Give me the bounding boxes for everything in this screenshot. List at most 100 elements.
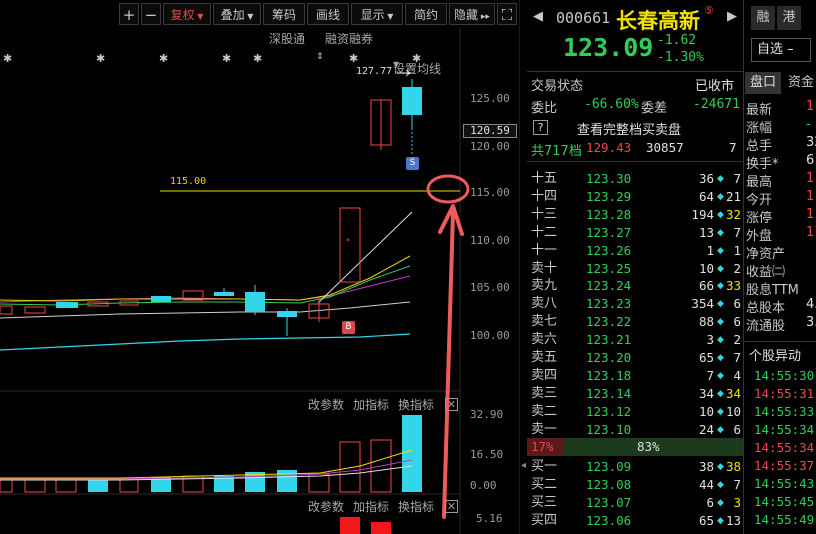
y-axis-label: 120.00 <box>470 140 510 153</box>
level-volume: 6 <box>706 494 714 510</box>
level-price: 123.27 <box>586 224 632 240</box>
tab-capital[interactable]: 资金 <box>783 72 816 94</box>
add-indicator-button[interactable]: 加指标 <box>353 396 389 413</box>
buy-level-row[interactable]: 买三 123.07 6 3 ◆ <box>527 494 743 512</box>
volume-bar <box>88 480 108 492</box>
close-icon[interactable]: ✕ <box>445 398 458 411</box>
stat-label: 涨幅 <box>746 121 773 136</box>
kline-chart[interactable]: * <box>0 0 520 534</box>
diamond-icon: ◆ <box>717 209 724 220</box>
sell-level-row[interactable]: 十二 123.27 13 7 ◆ <box>527 224 743 242</box>
level-price: 123.26 <box>586 242 632 258</box>
abnormal-time[interactable]: 14:55:30 <box>754 368 814 383</box>
diamond-icon: ◆ <box>717 515 724 526</box>
add-indicator-button[interactable]: 加指标 <box>353 498 389 515</box>
close-icon[interactable]: ✕ <box>445 500 458 513</box>
level-volume: 38 <box>698 459 714 474</box>
help-icon[interactable]: ? <box>533 120 548 135</box>
stat-label: 今开 <box>746 193 773 208</box>
sell-level-row[interactable]: 卖五 123.20 65 7 ◆ <box>527 349 743 367</box>
tab-orderbook[interactable]: 盘口 <box>745 72 781 94</box>
abnormal-time[interactable]: 14:55:31 <box>754 386 814 401</box>
level-price: 123.07 <box>586 494 632 510</box>
switch-indicator-button[interactable]: 换指标 <box>398 498 434 515</box>
macd-axis-label: 5.16 <box>476 512 503 525</box>
buy-level-row[interactable]: 买二 123.08 44 7 ◆ <box>527 476 743 494</box>
sell-level-row[interactable]: 卖三 123.14 34 34 ◆ <box>527 385 743 403</box>
sell-level-row[interactable]: 卖二 123.12 10 10 ◆ <box>527 403 743 421</box>
stat-value: 17 <box>806 225 816 240</box>
volume-bar <box>402 415 422 492</box>
level-label: 买三 <box>531 494 558 510</box>
margin-tag[interactable]: 融 <box>751 6 775 30</box>
level-label: 卖六 <box>531 332 558 348</box>
diamond-icon: ◆ <box>717 424 724 435</box>
edit-params-button[interactable]: 改参数 <box>308 396 344 413</box>
sell-level-row[interactable]: 卖九 123.24 66 33 ◆ <box>527 277 743 295</box>
abnormal-time[interactable]: 14:55:33 <box>754 404 814 419</box>
svg-text:*: * <box>346 237 350 246</box>
stat-value: 1 <box>806 207 815 222</box>
diamond-icon: ◆ <box>717 245 724 256</box>
total-price: 129.43 <box>586 140 632 155</box>
level-label: 卖九 <box>531 278 558 294</box>
level-price: 123.30 <box>586 171 632 186</box>
buy-sell-ratio-bar: 17% 83% <box>527 438 743 456</box>
level-count: 1 <box>733 242 741 258</box>
sell-level-row[interactable]: 十三 123.28 194 32 ◆ <box>527 206 743 224</box>
abnormal-time[interactable]: 14:55:34 <box>754 440 814 455</box>
edit-params-button[interactable]: 改参数 <box>308 498 344 515</box>
candle-down <box>402 87 422 115</box>
sell-level-row[interactable]: 十一 123.26 1 1 ◆ <box>527 242 743 260</box>
diamond-icon: ◆ <box>717 299 724 310</box>
sell-level-row[interactable]: 卖四 123.18 7 4 ◆ <box>527 367 743 385</box>
stat-value: 1 <box>806 99 815 114</box>
level-volume: 65 <box>698 350 714 365</box>
buy-level-row[interactable]: 买四 123.06 65 13 ◆ <box>527 512 743 530</box>
candle-down <box>151 296 171 302</box>
view-full-orderbook-link[interactable]: 查看完整档买卖盘 <box>577 119 681 138</box>
level-volume: 65 <box>698 512 714 528</box>
sell-level-row[interactable]: 卖八 123.23 354 6 ◆ <box>527 295 743 313</box>
level-price: 123.10 <box>586 421 632 437</box>
level-volume: 66 <box>698 278 714 294</box>
switch-indicator-button[interactable]: 换指标 <box>398 396 434 413</box>
level-count: 33 <box>725 278 741 294</box>
prev-stock-icon[interactable]: ◀ <box>533 9 543 24</box>
watchlist-button[interactable]: 自选 – <box>751 38 811 62</box>
buy-level-row[interactable]: 买一 123.09 38 38 ◆ <box>527 458 743 476</box>
line-price-label: 115.00 <box>170 176 207 187</box>
current-price-box: 120.59 <box>463 124 517 138</box>
sell-level-row[interactable]: 卖七 123.22 88 6 ◆ <box>527 313 743 331</box>
stat-label: 最新 <box>746 103 773 118</box>
y-axis-label: 110.00 <box>470 234 510 247</box>
stat-value: 1 <box>806 171 815 186</box>
sell-level-row[interactable]: 卖十 123.25 10 2 ◆ <box>527 260 743 278</box>
sell-level-row[interactable]: 十五 123.30 36 7 ◆ <box>527 170 743 188</box>
diamond-icon: ◆ <box>717 317 724 328</box>
sell-ratio: 83% <box>637 439 660 454</box>
collapse-handle-icon[interactable]: ◂ <box>521 460 526 471</box>
abnormal-time[interactable]: 14:55:37 <box>754 458 814 473</box>
level-count: 2 <box>733 332 741 348</box>
total-volume: 30857 <box>646 140 684 155</box>
sell-level-row[interactable]: 卖一 123.10 24 6 ◆ <box>527 421 743 439</box>
abnormal-time[interactable]: 14:55:43 <box>754 476 814 491</box>
level-price: 123.29 <box>586 188 632 204</box>
level-count: 13 <box>725 512 741 528</box>
buy-signal-badge[interactable]: B <box>342 321 355 334</box>
next-stock-icon[interactable]: ▶ <box>727 9 737 24</box>
sell-signal-badge[interactable]: S <box>406 157 419 170</box>
candle-up <box>24 306 46 314</box>
abnormal-time[interactable]: 14:55:45 <box>754 494 814 509</box>
hk-tag[interactable]: 港 <box>777 6 801 30</box>
abnormal-title[interactable]: 个股异动 <box>749 345 801 364</box>
level-label: 十三 <box>531 206 558 222</box>
level-volume: 24 <box>698 421 714 437</box>
y-axis-label: 105.00 <box>470 281 510 294</box>
abnormal-time[interactable]: 14:55:34 <box>754 422 814 437</box>
abnormal-time[interactable]: 14:55:49 <box>754 512 814 527</box>
sell-level-row[interactable]: 卖六 123.21 3 2 ◆ <box>527 331 743 349</box>
level-count: 2 <box>733 260 741 276</box>
sell-level-row[interactable]: 十四 123.29 64 21 ◆ <box>527 188 743 206</box>
